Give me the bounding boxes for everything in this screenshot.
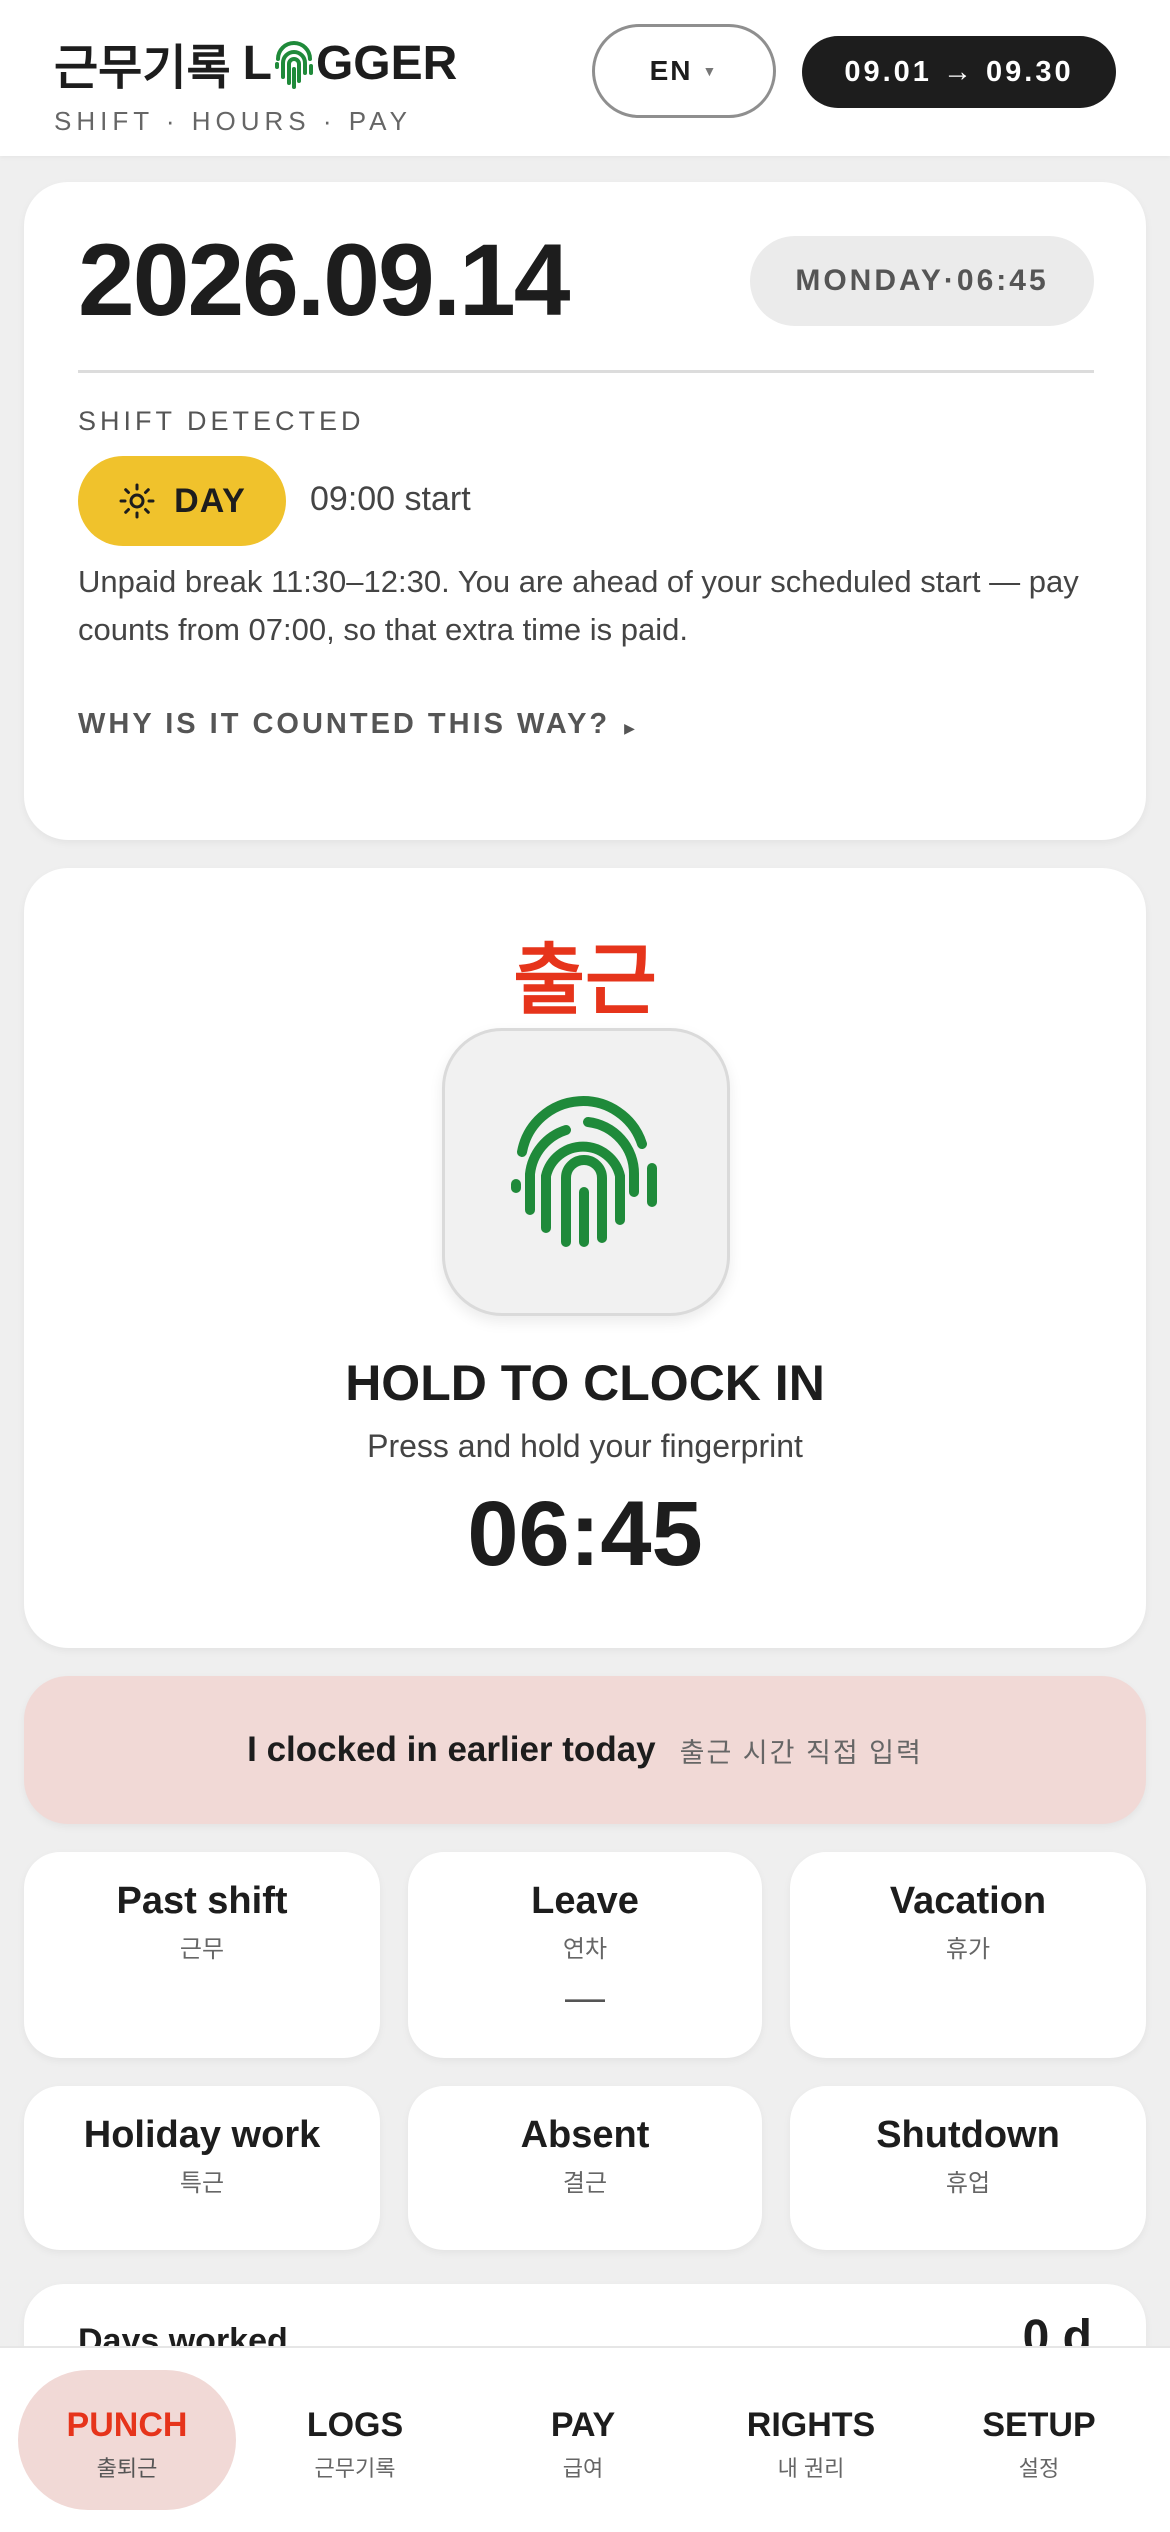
tile-label: Holiday work <box>83 2114 321 2156</box>
brand-letter-l: L <box>242 36 272 90</box>
tile-label: Absent <box>520 2114 650 2156</box>
nav-sublabel: 급여 <box>562 2456 604 2481</box>
pay-period-button[interactable]: 09.01 → 09.30 <box>802 36 1116 108</box>
tile-leave[interactable]: Leave 연차 — <box>408 1852 762 2058</box>
nav-sublabel: 내 권리 <box>777 2456 845 2481</box>
tile-sublabel: 특근 <box>179 2170 225 2197</box>
app-header: 근무기록 L GGER SHIFT · HOURS · PAY EN ▼ 09.… <box>0 0 1170 156</box>
language-label: EN <box>649 55 693 86</box>
nav-sublabel: 설정 <box>1018 2456 1060 2481</box>
clocked-in-earlier-button[interactable]: I clocked in earlier today 출근 시간 직접 입력 <box>24 1676 1146 1824</box>
tile-holiday-work[interactable]: Holiday work 특근 <box>24 2086 380 2250</box>
current-time: 06:45 <box>467 1483 703 1585</box>
brand-rest: GGER <box>315 36 458 90</box>
nav-sublabel: 근무기록 <box>314 2456 396 2481</box>
tile-sublabel: 휴가 <box>945 1936 991 1963</box>
nav-setup[interactable]: SETUP 설정 <box>930 2370 1148 2510</box>
today-card: 2026.09.14 MONDAY·06:45 SHIFT DETECTED D… <box>24 182 1146 840</box>
nav-label: RIGHTS <box>746 2406 876 2444</box>
tile-label: Vacation <box>889 1880 1047 1922</box>
fingerprint-icon <box>274 41 313 89</box>
clocked-in-earlier-label: I clocked in earlier today <box>247 1730 656 1769</box>
tile-sublabel: 결근 <box>562 2170 608 2197</box>
sun-icon <box>119 483 155 519</box>
tile-past-shift[interactable]: Past shift 근무 <box>24 1852 380 2058</box>
tile-vacation[interactable]: Vacation 휴가 <box>790 1852 1146 2058</box>
tile-sublabel: 휴업 <box>945 2170 991 2197</box>
why-counted-link[interactable]: WHY IS IT COUNTED THIS WAY? ▶ <box>78 708 638 741</box>
punch-card: 출근 HOLD TO CLOCK IN Press and hold your … <box>24 868 1146 1648</box>
hold-to-clock-in-label: HOLD TO CLOCK IN <box>345 1355 825 1411</box>
shift-type-label: DAY <box>174 481 246 520</box>
brand-kr: 근무기록 <box>54 42 231 95</box>
weekday-time-badge: MONDAY·06:45 <box>750 236 1094 326</box>
tile-absent[interactable]: Absent 결근 <box>408 2086 762 2250</box>
punch-title: 출근 <box>513 936 657 1024</box>
nav-pay[interactable]: PAY 급여 <box>474 2370 692 2510</box>
bottom-navigation: PUNCH 출퇴근 LOGS 근무기록 PAY 급여 RIGHTS 내 권리 S… <box>0 2346 1170 2532</box>
nav-rights[interactable]: RIGHTS 내 권리 <box>702 2370 920 2510</box>
tile-label: Leave <box>531 1880 639 1922</box>
nav-label: PAY <box>550 2406 616 2444</box>
divider <box>78 370 1094 373</box>
nav-label: SETUP <box>982 2406 1096 2444</box>
why-counted-label: WHY IS IT COUNTED THIS WAY? <box>78 708 611 740</box>
language-selector[interactable]: EN ▼ <box>592 24 776 118</box>
fingerprint-button[interactable] <box>442 1028 730 1316</box>
brand-logo: 근무기록 L GGER SHIFT · HOURS · PAY <box>54 28 457 137</box>
triangle-right-icon: ▶ <box>624 720 638 736</box>
brand-subtitle: SHIFT · HOURS · PAY <box>54 106 412 136</box>
nav-punch[interactable]: PUNCH 출퇴근 <box>18 2370 236 2510</box>
manual-entry-label: 출근 시간 직접 입력 <box>679 1737 923 1768</box>
shift-detected-label: SHIFT DETECTED <box>78 406 365 436</box>
nav-sublabel: 출퇴근 <box>96 2456 158 2481</box>
tile-sublabel: 근무 <box>179 1936 225 1963</box>
fingerprint-icon <box>511 1096 657 1247</box>
tile-label: Past shift <box>116 1880 288 1922</box>
caret-down-icon: ▼ <box>702 63 719 79</box>
nav-logs[interactable]: LOGS 근무기록 <box>246 2370 464 2510</box>
tile-sublabel: 연차 <box>562 1936 608 1963</box>
tile-label: Shutdown <box>876 2114 1060 2156</box>
shift-start-time: 09:00 start <box>310 480 471 518</box>
shift-type-badge: DAY <box>78 456 286 546</box>
tile-value: — <box>565 1976 605 2020</box>
nav-label: LOGS <box>306 2406 404 2444</box>
hold-hint: Press and hold your fingerprint <box>367 1428 803 1464</box>
shift-description: Unpaid break 11:30–12:30. You are ahead … <box>78 564 1079 647</box>
brand-title: 근무기록 L GGER <box>54 28 457 98</box>
tile-shutdown[interactable]: Shutdown 휴업 <box>790 2086 1146 2250</box>
nav-label: PUNCH <box>66 2406 188 2444</box>
current-date: 2026.09.14 <box>78 223 570 337</box>
